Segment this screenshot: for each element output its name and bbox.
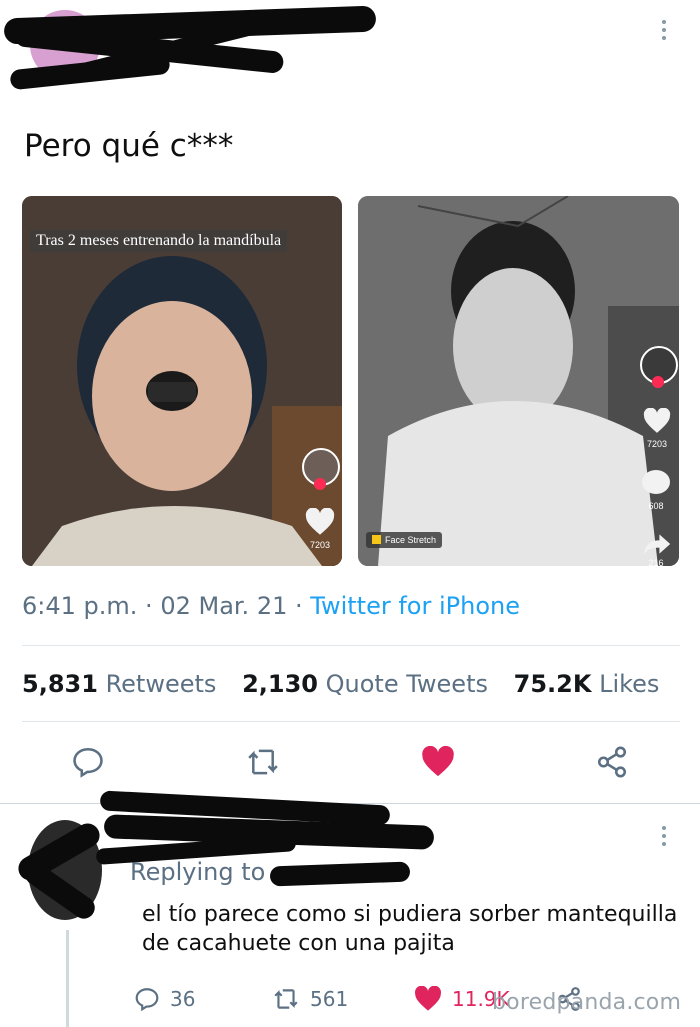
- watermark: boredpanda.com: [492, 990, 682, 1015]
- likes-label: Likes: [599, 670, 660, 698]
- reply-text: el tío parece como si pudiera sorber man…: [142, 902, 678, 956]
- reply-count: 36: [170, 987, 196, 1011]
- like-icon: [415, 986, 441, 1011]
- tweet-text: Pero qué c***: [24, 128, 234, 164]
- quotes-value: 2,130: [242, 670, 318, 698]
- photo-illustration: [358, 196, 679, 566]
- separator: ·: [295, 592, 311, 620]
- comment-count: 608: [648, 501, 664, 511]
- divider: [22, 645, 680, 646]
- image-caption: Tras 2 meses entrenando la mandíbula: [30, 230, 288, 252]
- effect-icon: [372, 535, 381, 544]
- reply-retweet-button[interactable]: 561: [272, 984, 348, 1014]
- tweet-image-left[interactable]: Tras 2 meses entrenando la mandíbula 720…: [22, 196, 342, 566]
- likes-stat[interactable]: 75.2K Likes: [514, 670, 660, 698]
- retweet-icon: [274, 989, 298, 1009]
- retweet-icon: [248, 749, 278, 775]
- retweet-button[interactable]: [243, 742, 283, 782]
- tweet-date: 02 Mar. 21: [160, 592, 288, 620]
- retweets-value: 5,831: [22, 670, 98, 698]
- more-options-icon[interactable]: [661, 826, 667, 850]
- share-arrow-icon: [643, 534, 671, 555]
- tweet-meta: 6:41 p.m. · 02 Mar. 21 · Twitter for iPh…: [22, 592, 520, 620]
- like-count: 7203: [646, 439, 668, 449]
- separator: ·: [145, 592, 161, 620]
- retweets-label: Retweets: [105, 670, 217, 698]
- reply-button[interactable]: [68, 742, 108, 782]
- tweet-image-right[interactable]: 7203 608 216 Face Stretch: [358, 196, 679, 566]
- effect-tag: Face Stretch: [366, 532, 443, 548]
- share-count: 216: [648, 558, 664, 566]
- heart-icon: [305, 508, 335, 535]
- like-icon: [422, 746, 454, 777]
- comment-icon: [642, 470, 670, 494]
- likes-value: 75.2K: [513, 670, 592, 698]
- retweet-count: 561: [310, 987, 349, 1011]
- quote-tweets-stat[interactable]: 2,130 Quote Tweets: [242, 670, 488, 698]
- heart-icon: [643, 408, 671, 433]
- follow-plus-icon: [314, 478, 326, 490]
- like-button[interactable]: [418, 742, 458, 782]
- replying-to[interactable]: Replying to: [130, 858, 265, 886]
- quotes-label: Quote Tweets: [325, 670, 488, 698]
- reply-icon: [73, 747, 103, 778]
- retweets-stat[interactable]: 5,831 Retweets: [22, 670, 216, 698]
- tweet-stats: 5,831 Retweets 2,130 Quote Tweets 75.2K …: [22, 670, 677, 698]
- reply-reply-button[interactable]: 36: [134, 984, 195, 1014]
- share-icon: [597, 746, 627, 778]
- tweet-source-link[interactable]: Twitter for iPhone: [310, 592, 520, 620]
- effect-label: Face Stretch: [385, 535, 437, 545]
- divider: [22, 721, 680, 722]
- tweet-time: 6:41 p.m.: [22, 592, 138, 620]
- thread-line: [66, 930, 69, 1027]
- reply-icon: [135, 988, 159, 1012]
- follow-plus-icon: [652, 376, 664, 388]
- share-button[interactable]: [592, 742, 632, 782]
- more-options-icon[interactable]: [661, 20, 667, 44]
- like-count: 7203: [309, 540, 331, 550]
